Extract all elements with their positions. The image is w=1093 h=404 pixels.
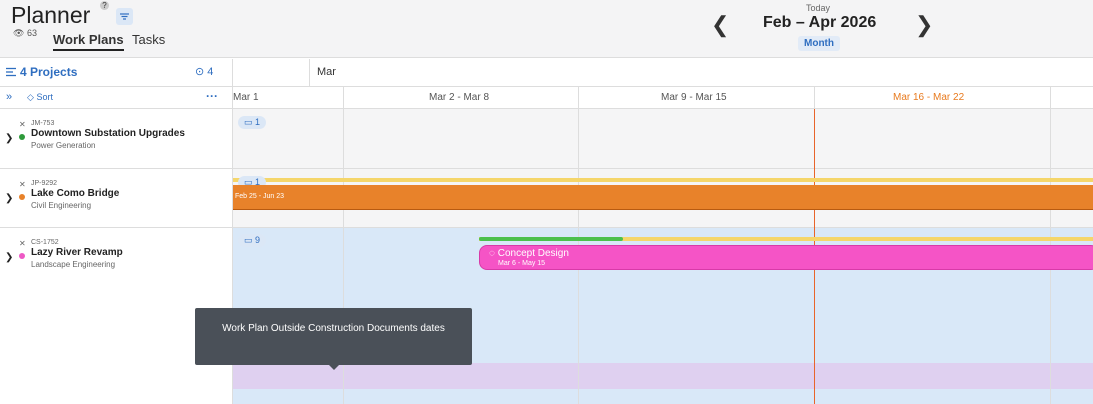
project-code: JP-9292 — [31, 180, 58, 187]
task-count-badge[interactable]: ▭ 9 — [238, 234, 267, 247]
prev-period-button[interactable]: ❮ — [711, 12, 729, 38]
project-dept: Landscape Engineering — [31, 260, 116, 269]
expand-chevron-icon[interactable]: ❯ — [5, 252, 13, 263]
status-dot — [19, 253, 25, 259]
week-header: Mar 1 Mar 2 - Mar 8 Mar 9 - Mar 15 Mar 1… — [233, 87, 1093, 109]
project-lane — [233, 109, 1093, 169]
week-label: Mar 9 - Mar 15 — [661, 92, 727, 103]
work-plan-bar-lake-como[interactable]: Feb 25 - Jun 23 — [233, 185, 1093, 210]
calendar-icon: ▭ — [244, 235, 253, 245]
project-toolbar: » ◇ Sort ··· — [0, 87, 232, 109]
project-name: Lazy River Revamp — [31, 247, 123, 258]
filter-icon — [120, 13, 129, 20]
expand-all-icon[interactable]: » — [6, 91, 12, 103]
expand-chevron-icon[interactable]: ❯ — [5, 193, 13, 204]
project-dept: Power Generation — [31, 141, 96, 150]
pin-icon: ✕ — [19, 180, 26, 189]
list-icon — [6, 67, 16, 77]
sort-button[interactable]: ◇ Sort — [27, 92, 53, 103]
project-name: Lake Como Bridge — [31, 188, 120, 199]
task-count-badge[interactable]: ▭ 1 — [238, 116, 267, 129]
tooltip-text: Work Plan Outside Construction Documents… — [222, 323, 445, 334]
header: Planner ? 👁 63 Work Plans Tasks ❮ Today … — [0, 0, 1093, 58]
chevron-left-icon: ❮ — [711, 12, 730, 37]
week-label: Mar 1 — [233, 92, 259, 103]
month-label: Mar — [317, 66, 336, 78]
more-options-icon[interactable]: ··· — [206, 89, 218, 103]
pin-icon: ✕ — [19, 239, 26, 248]
tooltip: Work Plan Outside Construction Documents… — [195, 308, 472, 370]
pin-icon: ✕ — [19, 120, 26, 129]
today-button[interactable]: Today — [806, 3, 830, 13]
project-row[interactable]: ❯ ✕ JP-9292 Lake Como Bridge Civil Engin… — [0, 169, 232, 228]
planner-app: Planner ? 👁 63 Work Plans Tasks ❮ Today … — [0, 0, 1093, 404]
work-plan-bar-concept-design[interactable]: ◌ Concept Design Mar 6 - May 15 — [479, 245, 1093, 270]
tooltip-arrow — [329, 365, 339, 370]
project-name: Downtown Substation Upgrades — [31, 128, 185, 139]
page-title: Planner — [11, 2, 91, 28]
sort-icon: ◇ — [27, 92, 34, 102]
bar-date-label: Mar 6 - May 15 — [498, 260, 546, 267]
project-dept: Civil Engineering — [31, 201, 92, 210]
project-row[interactable]: ❯ ✕ CS-1752 Lazy River Revamp Landscape … — [0, 228, 232, 288]
project-code: JM-753 — [31, 120, 55, 127]
tab-tasks[interactable]: Tasks — [132, 32, 165, 49]
month-divider — [309, 59, 310, 87]
progress-track — [233, 178, 1093, 182]
next-period-button[interactable]: ❯ — [915, 12, 933, 38]
status-dot — [19, 134, 25, 140]
calendar-icon: ▭ — [244, 117, 253, 127]
views-count: 👁 63 — [13, 28, 37, 38]
status-dot — [19, 194, 25, 200]
date-range: Feb – Apr 2026 — [763, 14, 877, 31]
week-label-current: Mar 16 - Mar 22 — [893, 92, 965, 103]
projects-count[interactable]: 4 Projects — [20, 65, 77, 79]
project-row[interactable]: ❯ ✕ JM-753 Downtown Substation Upgrades … — [0, 109, 232, 169]
help-icon[interactable]: ? — [100, 1, 109, 10]
assignees-filter[interactable]: ⊙ 4 — [195, 65, 213, 78]
chevron-right-icon: ❯ — [915, 12, 934, 37]
filter-button[interactable] — [116, 8, 133, 25]
work-plan-phase-band[interactable] — [233, 363, 1093, 389]
month-header: Mar — [233, 59, 1093, 87]
project-list-header: 4 Projects ⊙ 4 — [0, 59, 232, 87]
bar-date-label: Feb 25 - Jun 23 — [235, 193, 285, 200]
phase-icon: ◌ — [489, 248, 495, 259]
view-mode-button[interactable]: Month — [798, 36, 840, 51]
tab-work-plans[interactable]: Work Plans — [53, 32, 124, 51]
project-code: CS-1752 — [31, 239, 59, 246]
user-icon: ⊙ — [195, 66, 205, 78]
week-label: Mar 2 - Mar 8 — [429, 92, 490, 103]
expand-chevron-icon[interactable]: ❯ — [5, 133, 13, 144]
eye-icon: 👁 — [13, 28, 25, 38]
bar-title: ◌ Concept Design — [489, 248, 569, 259]
progress-fill — [479, 237, 623, 241]
